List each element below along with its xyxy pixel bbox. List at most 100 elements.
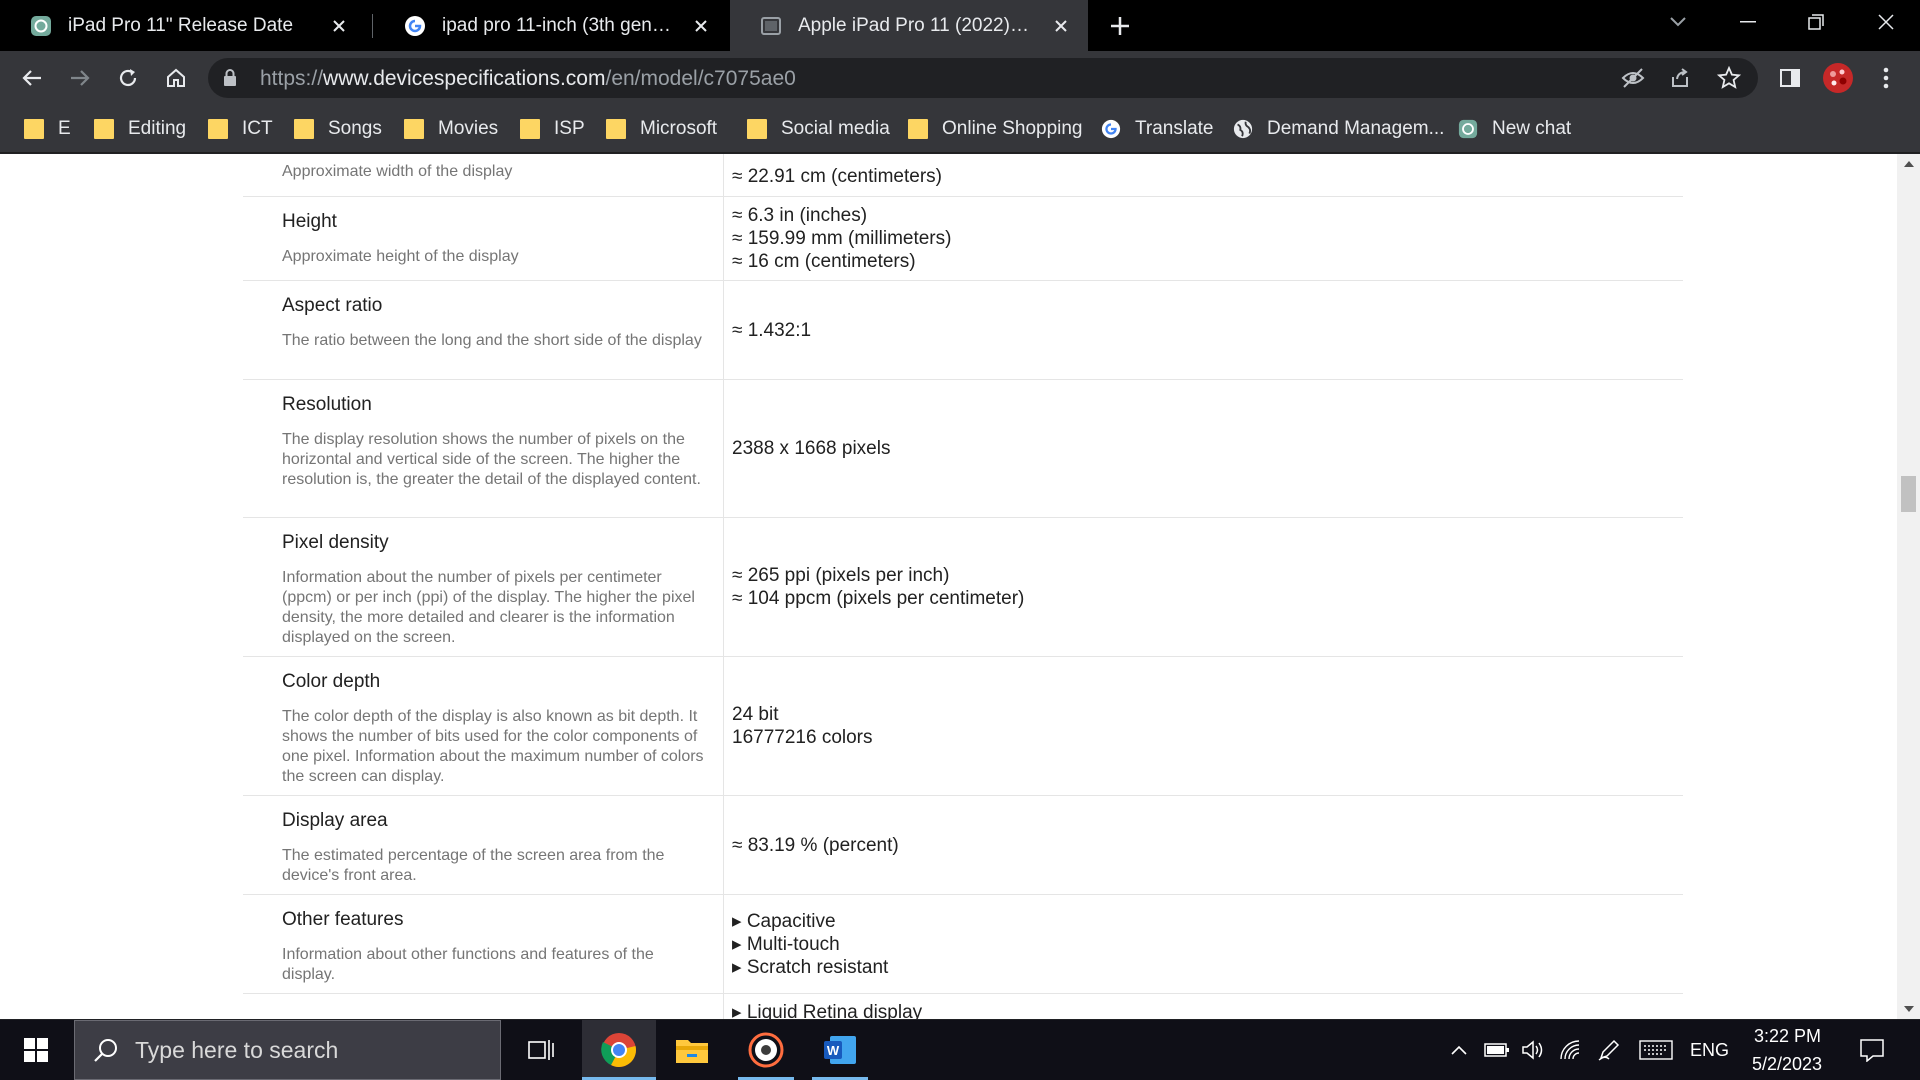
touch-keyboard-button[interactable] (1636, 1020, 1676, 1080)
start-button[interactable] (0, 1020, 72, 1080)
kebab-menu-icon (1883, 67, 1889, 89)
bookmark-isp[interactable]: ISP (520, 115, 585, 143)
table-row: Approximate width of the display ≈ 22.91… (243, 154, 1683, 197)
profile-button[interactable] (1820, 60, 1856, 96)
scrollbar-thumb[interactable] (1901, 476, 1916, 512)
site-icon (761, 16, 781, 35)
tab-search-button[interactable] (1644, 0, 1712, 44)
menu-button[interactable] (1868, 60, 1904, 96)
scroll-up-icon[interactable] (1897, 154, 1920, 174)
bookmark-demand-management[interactable]: Demand Managem... (1233, 115, 1444, 143)
restore-button[interactable] (1782, 0, 1850, 44)
row-name: Pixel density (282, 532, 389, 553)
taskbar-file-explorer[interactable] (658, 1020, 726, 1080)
table-row: Other features Information about other f… (243, 895, 1683, 994)
back-button[interactable] (14, 60, 50, 96)
folder-icon (208, 119, 228, 139)
folder-icon (24, 119, 44, 139)
row-value: ▸ Liquid Retina display (732, 1002, 923, 1019)
volume-button[interactable] (1518, 1020, 1548, 1080)
scroll-down-icon[interactable] (1897, 999, 1920, 1019)
tab-strip: iPad Pro 11" Release Date ipad pro 11-in… (0, 0, 1920, 51)
search-placeholder: Type here to search (135, 1036, 339, 1063)
tab-2[interactable]: ipad pro 11-inch (3th generation) (374, 0, 728, 51)
star-icon[interactable] (1717, 66, 1741, 90)
bookmark-microsoft[interactable]: Microsoft (606, 115, 717, 143)
pen-icon (1598, 1039, 1620, 1061)
network-button[interactable] (1556, 1020, 1586, 1080)
row-value: 16777216 colors (732, 727, 873, 748)
clock-time[interactable]: 3:22 PM (1754, 1026, 1821, 1047)
taskbar-chrome[interactable] (582, 1020, 656, 1080)
bookmark-movies[interactable]: Movies (404, 115, 498, 143)
task-view-button[interactable] (508, 1020, 574, 1080)
bookmark-e[interactable]: E (24, 115, 71, 143)
folder-icon (606, 119, 626, 139)
bookmark-songs[interactable]: Songs (294, 115, 382, 143)
keyboard-icon (1639, 1040, 1673, 1060)
table-row: Pixel density Information about the numb… (243, 518, 1683, 657)
battery-status[interactable] (1482, 1020, 1512, 1080)
table-row: ▸ Liquid Retina display (243, 994, 1683, 1019)
share-icon[interactable] (1669, 67, 1691, 89)
close-tab-icon[interactable] (326, 13, 352, 39)
eye-off-icon[interactable] (1621, 67, 1645, 89)
bookmark-social-media[interactable]: Social media (747, 115, 890, 143)
minimize-button[interactable] (1714, 0, 1782, 44)
row-name: Color depth (282, 671, 381, 692)
close-window-button[interactable] (1852, 0, 1920, 44)
tab-3-active[interactable]: Apple iPad Pro 11 (2022) - Specification… (730, 0, 1088, 51)
taskbar-media-app[interactable] (732, 1020, 800, 1080)
row-value: 2388 x 1668 pixels (732, 438, 891, 459)
plus-icon (1111, 17, 1129, 35)
tab-1[interactable]: iPad Pro 11" Release Date (0, 0, 366, 51)
bookmark-new-chat[interactable]: New chat (1458, 115, 1571, 143)
close-tab-icon[interactable] (1048, 13, 1074, 39)
home-button[interactable] (158, 60, 194, 96)
row-value: ≈ 6.3 in (inches) (732, 205, 868, 226)
search-icon (94, 1039, 117, 1062)
notification-icon (1860, 1039, 1884, 1062)
disc-icon (748, 1032, 784, 1068)
pen-workspace-button[interactable] (1594, 1020, 1624, 1080)
bookmark-translate[interactable]: Translate (1101, 115, 1214, 143)
row-name: Resolution (282, 394, 372, 415)
bookmark-ict[interactable]: ICT (208, 115, 273, 143)
row-name: Other features (282, 909, 404, 930)
vertical-scrollbar[interactable] (1897, 154, 1920, 1019)
folder-icon (676, 1040, 708, 1063)
close-tab-icon[interactable] (688, 13, 714, 39)
globe-icon (1233, 119, 1253, 139)
task-view-icon (528, 1040, 554, 1060)
bookmark-online-shopping[interactable]: Online Shopping (908, 115, 1083, 143)
side-panel-button[interactable] (1772, 60, 1808, 96)
chevron-up-icon (1451, 1045, 1467, 1055)
chevron-down-icon (1670, 17, 1686, 27)
row-value: ≈ 265 ppi (pixels per inch) (732, 565, 950, 586)
input-language[interactable]: ENG (1690, 1040, 1729, 1061)
address-bar[interactable]: https://www.devicespecifications.com/en/… (208, 58, 1758, 98)
speaker-icon (1522, 1040, 1543, 1060)
clock-date[interactable]: 5/2/2023 (1752, 1054, 1822, 1075)
row-value: ▸ Capacitive (732, 910, 836, 932)
taskbar-search-box[interactable]: Type here to search (74, 1020, 501, 1080)
forward-button[interactable] (62, 60, 98, 96)
display-spec-table: Approximate width of the display ≈ 22.91… (243, 154, 1683, 1019)
action-center-button[interactable] (1852, 1020, 1892, 1080)
tab-title: ipad pro 11-inch (3th generation) (442, 14, 674, 36)
reload-button[interactable] (110, 60, 146, 96)
chatgpt-icon (1458, 119, 1478, 139)
page-content: Approximate width of the display ≈ 22.91… (0, 154, 1897, 1019)
row-description: Approximate width of the display (282, 163, 513, 180)
row-description: Information about the number of pixels p… (282, 569, 695, 646)
bookmark-editing[interactable]: Editing (94, 115, 186, 143)
word-icon: W (824, 1036, 856, 1064)
taskbar-word[interactable]: W (806, 1020, 874, 1080)
show-hidden-icons-button[interactable] (1446, 1020, 1472, 1080)
folder-icon (747, 119, 767, 139)
new-tab-button[interactable] (1104, 10, 1136, 42)
chrome-icon (601, 1033, 636, 1067)
row-name: Display area (282, 810, 388, 831)
row-value: ≈ 104 ppcm (pixels per centimeter) (732, 588, 1025, 609)
row-value: ≈ 16 cm (centimeters) (732, 251, 916, 272)
